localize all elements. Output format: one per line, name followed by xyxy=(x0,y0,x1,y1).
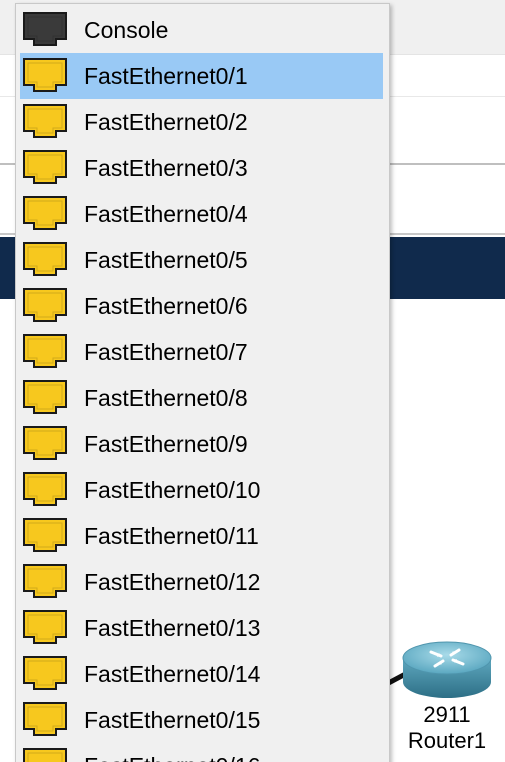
menu-item-label: Console xyxy=(84,16,169,43)
ethernet-port-icon xyxy=(23,58,67,92)
menu-item-port[interactable]: FastEthernet0/7 xyxy=(20,329,383,375)
device-model-label: 2911 xyxy=(423,702,471,727)
port-selection-menu[interactable]: Console FastEthernet0/1 FastEthernet0/2 Fas… xyxy=(15,3,390,762)
router-device[interactable]: 2911 Router1 xyxy=(397,636,497,762)
menu-item-port[interactable]: FastEthernet0/14 xyxy=(20,651,383,697)
menu-item-label: FastEthernet0/3 xyxy=(84,154,248,181)
menu-item-label: FastEthernet0/4 xyxy=(84,200,248,227)
menu-item-label: FastEthernet0/13 xyxy=(84,614,261,641)
menu-item-label: FastEthernet0/14 xyxy=(84,660,261,687)
menu-item-port[interactable]: FastEthernet0/12 xyxy=(20,559,383,605)
ethernet-port-icon xyxy=(23,610,67,644)
menu-item-port[interactable]: FastEthernet0/9 xyxy=(20,421,383,467)
menu-item-port[interactable]: FastEthernet0/1 xyxy=(20,53,383,99)
menu-item-label: FastEthernet0/1 xyxy=(84,62,248,89)
menu-item-label: FastEthernet0/11 xyxy=(84,522,259,549)
ethernet-port-icon xyxy=(23,702,67,736)
menu-item-label: FastEthernet0/15 xyxy=(84,706,261,733)
ethernet-port-icon xyxy=(23,748,67,762)
ethernet-port-icon xyxy=(23,564,67,598)
menu-item-label: FastEthernet0/5 xyxy=(84,246,248,273)
menu-item-port[interactable]: FastEthernet0/4 xyxy=(20,191,383,237)
menu-item-label: FastEthernet0/16 xyxy=(84,753,260,762)
ethernet-port-icon xyxy=(23,472,67,506)
menu-item-port[interactable]: FastEthernet0/13 xyxy=(20,605,383,651)
menu-item-port[interactable]: FastEthernet0/11 xyxy=(20,513,383,559)
menu-item-port[interactable]: FastEthernet0/2 xyxy=(20,99,383,145)
menu-item-port[interactable]: FastEthernet0/5 xyxy=(20,237,383,283)
ethernet-port-icon xyxy=(23,380,67,414)
menu-item-port[interactable]: FastEthernet0/3 xyxy=(20,145,383,191)
menu-item-port[interactable]: FastEthernet0/10 xyxy=(20,467,383,513)
ethernet-port-icon xyxy=(23,288,67,322)
ethernet-port-icon xyxy=(23,196,67,230)
menu-item-port[interactable]: FastEthernet0/16 xyxy=(20,743,383,762)
menu-item-label: FastEthernet0/12 xyxy=(84,568,261,595)
menu-item-label: FastEthernet0/9 xyxy=(84,430,248,457)
console-port-icon xyxy=(23,12,67,46)
device-name-label: Router1 xyxy=(407,728,487,753)
menu-item-port[interactable]: FastEthernet0/6 xyxy=(20,283,383,329)
ethernet-port-icon xyxy=(23,104,67,138)
menu-item-label: FastEthernet0/7 xyxy=(84,338,248,365)
menu-item-port[interactable]: Console xyxy=(20,7,383,53)
menu-item-port[interactable]: FastEthernet0/15 xyxy=(20,697,383,743)
ethernet-port-icon xyxy=(23,426,67,460)
menu-item-port[interactable]: FastEthernet0/8 xyxy=(20,375,383,421)
menu-item-label: FastEthernet0/8 xyxy=(84,384,248,411)
ethernet-port-icon xyxy=(23,656,67,690)
ethernet-port-icon xyxy=(23,150,67,184)
router-icon xyxy=(402,641,492,698)
ethernet-port-icon xyxy=(23,518,67,552)
menu-item-label: FastEthernet0/6 xyxy=(84,292,248,319)
ethernet-port-icon xyxy=(23,242,67,276)
ethernet-port-icon xyxy=(23,334,67,368)
menu-item-label: FastEthernet0/10 xyxy=(84,476,261,503)
menu-item-label: FastEthernet0/2 xyxy=(84,108,248,135)
